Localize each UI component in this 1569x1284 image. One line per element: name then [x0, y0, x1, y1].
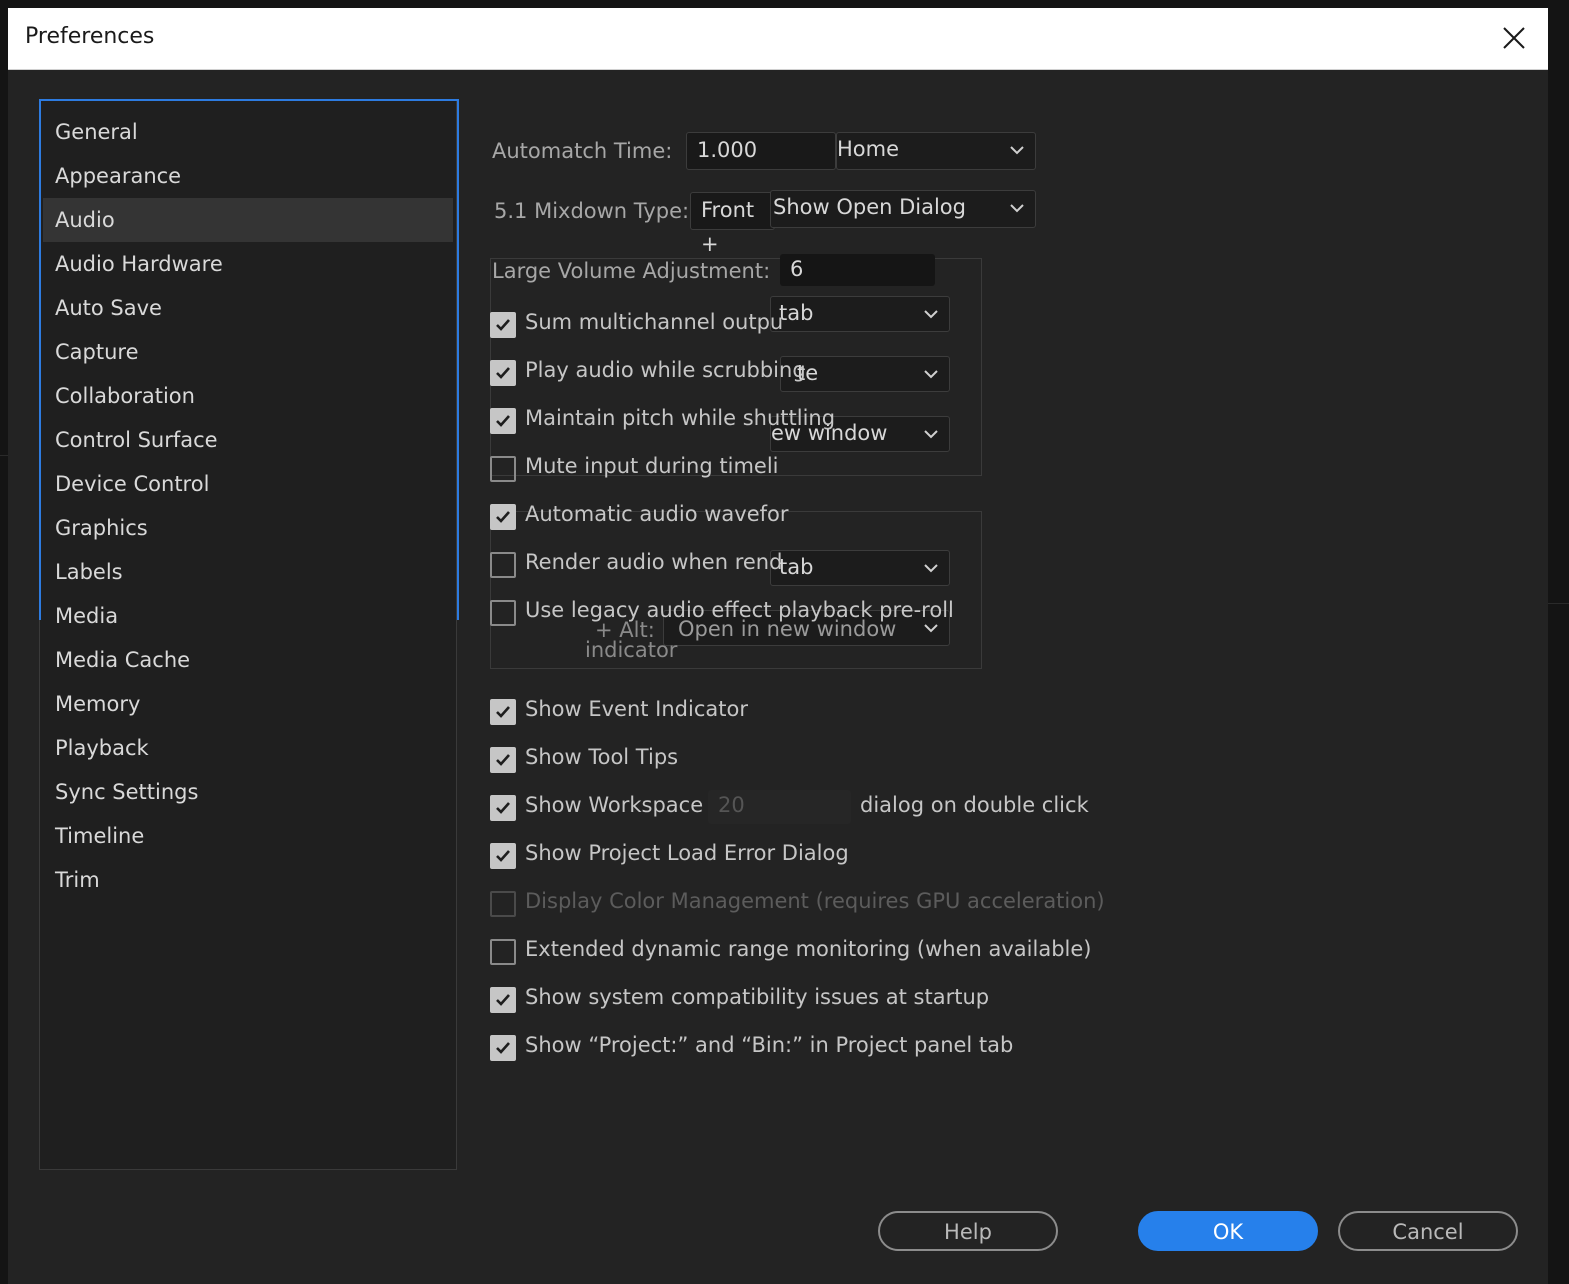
sidebar-item-playback[interactable]: Playback [43, 726, 453, 770]
sidebar-item-memory[interactable]: Memory [43, 682, 453, 726]
automatch-label: Automatch Time: [492, 139, 673, 163]
checkbox[interactable] [490, 600, 516, 626]
indicator-label: indicator [585, 638, 678, 662]
close-icon [1503, 27, 1525, 49]
chevron-down-icon [1010, 204, 1024, 213]
checkbox[interactable] [490, 456, 516, 482]
checkmark-icon [496, 319, 510, 331]
sidebar-item-auto-save[interactable]: Auto Save [43, 286, 453, 330]
sidebar-item-media[interactable]: Media [43, 594, 453, 638]
sidebar-item-appearance[interactable]: Appearance [43, 154, 453, 198]
checkbox[interactable] [490, 843, 516, 869]
preferences-category-list: General Appearance Audio Audio Hardware Auto… [39, 99, 459, 1170]
chevron-down-icon [924, 310, 938, 319]
checkbox-label[interactable]: Show “Project:” and “Bin:” in Project pa… [525, 1033, 1013, 1057]
checkmark-icon [496, 706, 510, 718]
sidebar-item-media-cache[interactable]: Media Cache [43, 638, 453, 682]
sidebar-item-labels[interactable]: Labels [43, 550, 453, 594]
close-button[interactable] [1494, 18, 1534, 58]
large-volume-input[interactable]: 6 [780, 254, 935, 286]
checkbox[interactable] [490, 552, 516, 578]
checkbox[interactable] [490, 312, 516, 338]
checkbox-label[interactable]: Show Project Load Error Dialog [525, 841, 849, 865]
checkbox[interactable] [490, 699, 516, 725]
sidebar-item-sync-settings[interactable]: Sync Settings [43, 770, 453, 814]
checkbox[interactable] [490, 795, 516, 821]
home-select[interactable]: Home [836, 132, 1036, 170]
checkbox-label[interactable]: Show system compatibility issues at star… [525, 985, 989, 1009]
checkbox-label[interactable]: Extended dynamic range monitoring (when … [525, 937, 1091, 961]
sidebar-item-audio-hardware[interactable]: Audio Hardware [43, 242, 453, 286]
tab-select-value: tab [779, 301, 814, 325]
mixdown-type-label: 5.1 Mixdown Type: [494, 199, 690, 223]
checkmark-icon [496, 754, 510, 766]
open-dialog-select[interactable]: Show Open Dialog [770, 190, 1036, 228]
sidebar-item-collaboration[interactable]: Collaboration [43, 374, 453, 418]
checkbox-label[interactable]: Render audio when rend [525, 550, 782, 574]
checkmark-icon [496, 994, 510, 1006]
checkmark-icon [496, 802, 510, 814]
checkbox-label[interactable]: Play audio while scrubbing [525, 358, 806, 382]
chevron-down-icon [924, 624, 938, 633]
checkbox-label[interactable]: Maintain pitch while shuttling [525, 406, 835, 430]
recent-items-input[interactable]: 20 [708, 790, 851, 824]
tab-select-2-value: tab [779, 555, 814, 579]
checkbox[interactable] [490, 504, 516, 530]
cancel-button[interactable]: Cancel [1338, 1211, 1518, 1251]
checkmark-icon [496, 850, 510, 862]
chevron-down-icon [924, 564, 938, 573]
chevron-down-icon [1010, 146, 1024, 155]
audio-settings-panel: Automatch Time: 1.000 Home 5.1 Mixdown T… [480, 98, 1540, 1198]
chevron-down-icon [924, 430, 938, 439]
home-select-value: Home [837, 137, 900, 161]
checkbox-label[interactable]: Sum multichannel outpu [525, 310, 783, 334]
backdrop-divider [1548, 603, 1569, 604]
checkbox [490, 891, 516, 917]
checkmark-icon [496, 415, 510, 427]
checkmark-icon [496, 511, 510, 523]
tab-select-2[interactable]: tab [770, 550, 950, 586]
sidebar-item-general[interactable]: General [43, 110, 453, 154]
sidebar-item-trim[interactable]: Trim [43, 858, 453, 902]
help-button[interactable]: Help [878, 1211, 1058, 1251]
checkbox[interactable] [490, 939, 516, 965]
checkbox-label[interactable]: Mute input during timeli [525, 454, 779, 478]
checkbox-label-suffix[interactable]: dialog on double click [860, 793, 1089, 817]
sidebar-item-audio[interactable]: Audio [43, 198, 453, 242]
checkbox[interactable] [490, 408, 516, 434]
checkmark-icon [496, 367, 510, 379]
checkbox-label[interactable]: Show Event Indicator [525, 697, 748, 721]
checkbox[interactable] [490, 1035, 516, 1061]
checkbox-label[interactable]: Use legacy audio effect playback pre-rol… [525, 598, 954, 622]
sidebar-item-capture[interactable]: Capture [43, 330, 453, 374]
window-title: Preferences [25, 24, 155, 49]
category-list: General Appearance Audio Audio Hardware Auto… [40, 110, 456, 902]
checkbox[interactable] [490, 747, 516, 773]
mixdown-type-select[interactable]: Front + [690, 192, 775, 256]
tab-select[interactable]: tab [770, 296, 950, 332]
sidebar-item-timeline[interactable]: Timeline [43, 814, 453, 858]
title-bar: Preferences [8, 8, 1548, 70]
backdrop-divider [0, 455, 8, 456]
checkbox-label[interactable]: Show Workspace F [525, 793, 722, 817]
sidebar-item-control-surface[interactable]: Control Surface [43, 418, 453, 462]
ok-button[interactable]: OK [1138, 1211, 1318, 1251]
chevron-down-icon [924, 370, 938, 379]
checkbox[interactable] [490, 360, 516, 386]
open-dialog-select-value: Show Open Dialog [773, 195, 966, 219]
large-volume-label: Large Volume Adjustment: [492, 259, 771, 283]
sidebar-item-device-control[interactable]: Device Control [43, 462, 453, 506]
checkbox-label[interactable]: Automatic audio wavefor [525, 502, 789, 526]
preferences-dialog: Preferences General Appearance Audio Audio … [8, 8, 1548, 1284]
sidebar-item-graphics[interactable]: Graphics [43, 506, 453, 550]
checkbox-label[interactable]: Show Tool Tips [525, 745, 678, 769]
automatch-time-input[interactable]: 1.000 [686, 132, 836, 170]
checkmark-icon [496, 1042, 510, 1054]
checkbox-label[interactable]: Display Color Management (requires GPU a… [525, 889, 1105, 913]
checkbox[interactable] [490, 987, 516, 1013]
